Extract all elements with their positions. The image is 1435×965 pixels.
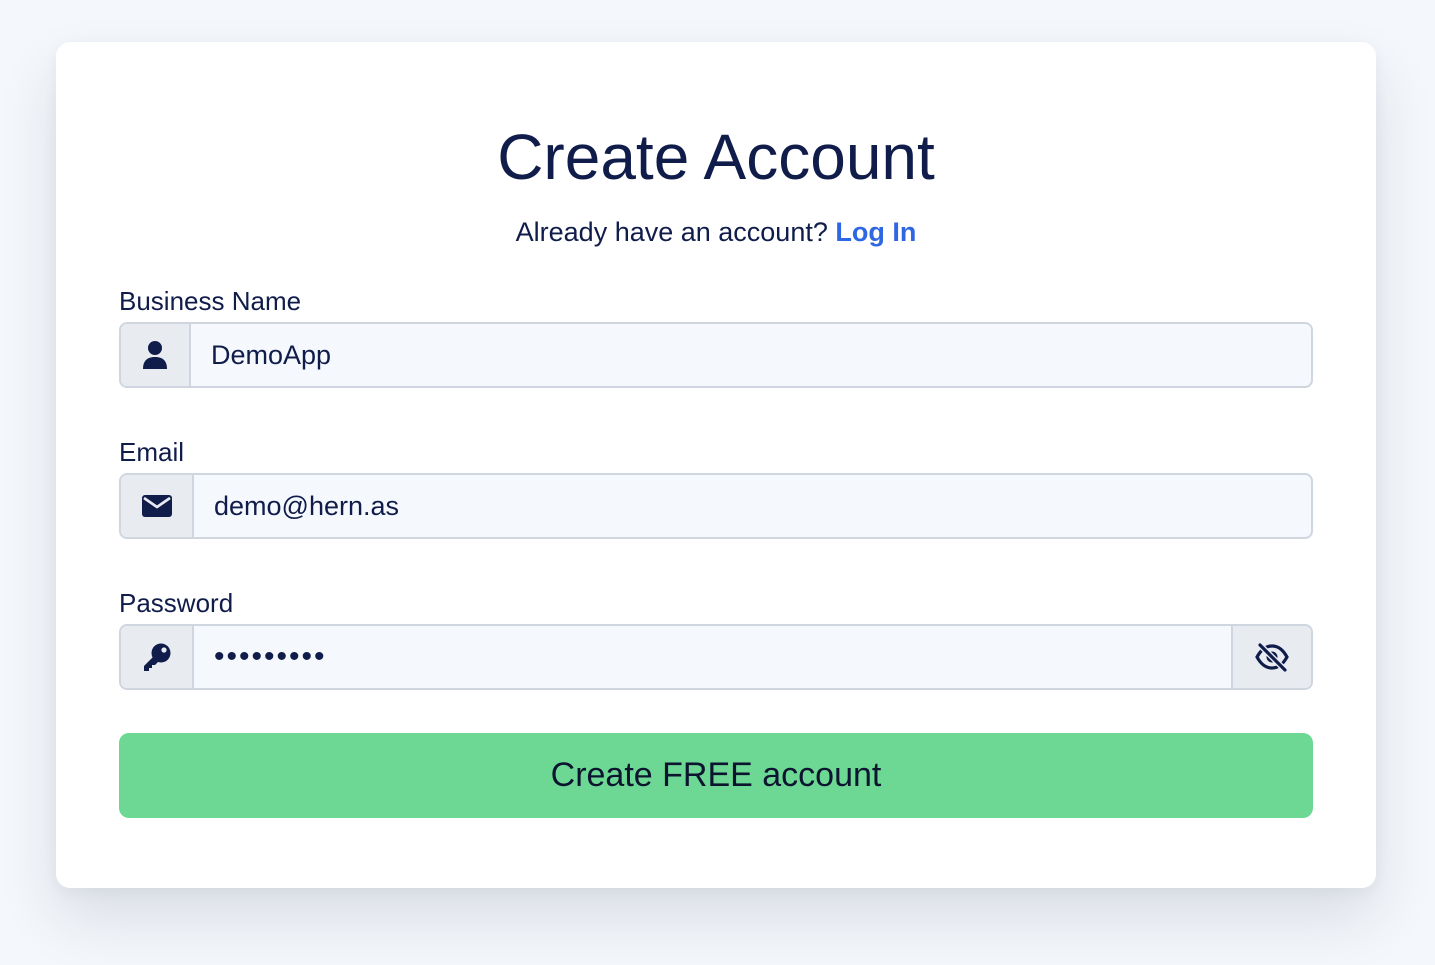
user-icon xyxy=(121,324,191,386)
create-account-button[interactable]: Create FREE account xyxy=(119,733,1313,818)
business-name-input[interactable] xyxy=(191,324,1311,386)
login-prompt-text: Already have an account? xyxy=(515,217,828,247)
business-name-label: Business Name xyxy=(119,286,302,316)
email-input[interactable] xyxy=(194,475,1311,537)
page-title: Create Account xyxy=(497,121,935,193)
password-label: Password xyxy=(119,588,234,618)
email-group xyxy=(119,473,1313,539)
login-prompt: Already have an account? Log In xyxy=(56,216,1376,248)
login-link[interactable]: Log In xyxy=(835,217,916,247)
password-input[interactable] xyxy=(194,626,1231,688)
signup-card: Create Account Already have an account? … xyxy=(56,42,1376,888)
business-name-group xyxy=(119,322,1313,388)
password-group xyxy=(119,624,1313,690)
email-label: Email xyxy=(119,437,185,467)
key-icon xyxy=(121,626,194,688)
envelope-icon xyxy=(121,475,194,537)
eye-slash-icon[interactable] xyxy=(1231,626,1311,688)
